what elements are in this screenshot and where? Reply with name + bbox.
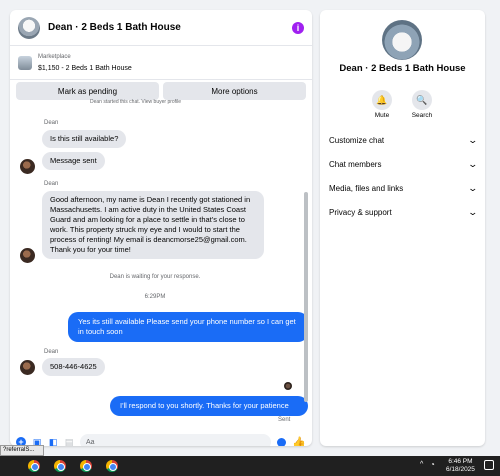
messenger-window: Dean · 2 Beds 1 Bath House i Marketplace…: [0, 0, 500, 476]
listing-actions: Mark as pending More options: [16, 82, 306, 100]
incoming-message: Is this still available?: [42, 130, 127, 148]
incoming-message: Message sent: [42, 152, 105, 170]
clock[interactable]: 6:46 PM 6/18/2025: [446, 458, 475, 474]
message-list: Dean started this chat. View buyer profi…: [10, 99, 312, 426]
chevron-down-icon: ⌄: [467, 158, 479, 169]
chrome-icon[interactable]: [106, 460, 118, 472]
sender-name: Dean: [44, 120, 59, 126]
notification-icon[interactable]: [484, 460, 494, 470]
section-label: Chat members: [329, 159, 382, 169]
chevron-up-icon[interactable]: ^: [420, 461, 423, 468]
thumbs-up-icon[interactable]: 👍: [292, 436, 306, 447]
section-privacy-support[interactable]: Privacy & support ⌄: [329, 204, 479, 220]
scrollbar[interactable]: [303, 92, 309, 414]
listing-text: Marketplace $1,150 - 2 Beds 1 Bath House: [38, 52, 132, 74]
outgoing-message: Yes its still available Please send your…: [68, 312, 308, 342]
incoming-message: Good afternoon, my name is Dean I recent…: [42, 191, 264, 259]
outgoing-message: I'll respond to you shortly. Thanks for …: [110, 396, 308, 416]
message-input[interactable]: Aa: [80, 434, 272, 446]
listing-thumbnail: [18, 55, 32, 70]
sender-avatar: [20, 159, 35, 174]
section-media-files-links[interactable]: Media, files and links ⌄: [329, 180, 479, 196]
scrollbar-thumb[interactable]: [304, 192, 308, 402]
bell-icon[interactable]: 🔔: [372, 90, 392, 110]
chat-info-panel: Dean · 2 Beds 1 Bath House 🔔 Mute 🔍 Sear…: [320, 10, 485, 446]
chat-panel: Dean · 2 Beds 1 Bath House i Marketplace…: [10, 10, 312, 446]
avatar[interactable]: [18, 16, 40, 39]
sender-avatar: [20, 248, 35, 263]
info-title: Dean · 2 Beds 1 Bath House: [339, 63, 466, 74]
sent-status: Sent: [278, 417, 291, 423]
chevron-down-icon: ⌄: [467, 182, 479, 193]
search-label: Search: [411, 112, 433, 119]
read-receipt-avatar: [284, 382, 292, 390]
search-icon[interactable]: 🔍: [412, 90, 432, 110]
avatar: [382, 20, 422, 60]
sender-name: Dean: [44, 181, 59, 187]
marketplace-listing[interactable]: Marketplace $1,150 - 2 Beds 1 Bath House: [10, 46, 312, 80]
marketplace-label: Marketplace: [38, 53, 71, 60]
section-label: Media, files and links: [329, 183, 404, 193]
taskbar: [0, 456, 500, 476]
listing-item: $1,150 - 2 Beds 1 Bath House: [38, 64, 132, 72]
timestamp: 6:29PM: [144, 294, 166, 300]
clock-time: 6:46 PM: [448, 458, 473, 465]
mark-pending-button[interactable]: Mark as pending: [16, 82, 159, 100]
clock-date: 6/18/2025: [446, 466, 475, 473]
sticker-icon[interactable]: ◧: [48, 437, 58, 447]
waiting-note: Dean is waiting for your response.: [109, 274, 201, 280]
sender-name: Dean: [44, 349, 59, 355]
more-options-button[interactable]: More options: [163, 82, 306, 100]
mute-label: Mute: [374, 112, 390, 119]
chrome-icon[interactable]: [28, 460, 40, 472]
chrome-icon[interactable]: [54, 460, 66, 472]
info-icon[interactable]: i: [292, 21, 304, 34]
chat-title[interactable]: Dean · 2 Beds 1 Bath House: [48, 22, 292, 33]
gif-icon[interactable]: ▤: [64, 437, 74, 447]
composer: + ▣ ◧ ▤ Aa 👍: [10, 430, 312, 446]
section-label: Privacy & support: [329, 207, 392, 217]
section-chat-members[interactable]: Chat members ⌄: [329, 156, 479, 172]
sender-avatar: [20, 360, 35, 375]
chevron-down-icon: ⌄: [467, 134, 479, 145]
emoji-icon[interactable]: [277, 437, 287, 446]
incoming-message: 508-446-4625: [42, 358, 105, 376]
chat-header: Dean · 2 Beds 1 Bath House i: [10, 10, 312, 46]
wifi-icon[interactable]: ◔: [430, 460, 435, 469]
chevron-down-icon: ⌄: [467, 206, 479, 217]
url-tooltip: ?referralS...: [0, 445, 44, 456]
section-label: Customize chat: [329, 135, 385, 145]
chrome-icon[interactable]: [80, 460, 92, 472]
section-customize-chat[interactable]: Customize chat ⌄: [329, 132, 479, 148]
chat-start-note: Dean started this chat. View buyer profi…: [90, 99, 182, 105]
